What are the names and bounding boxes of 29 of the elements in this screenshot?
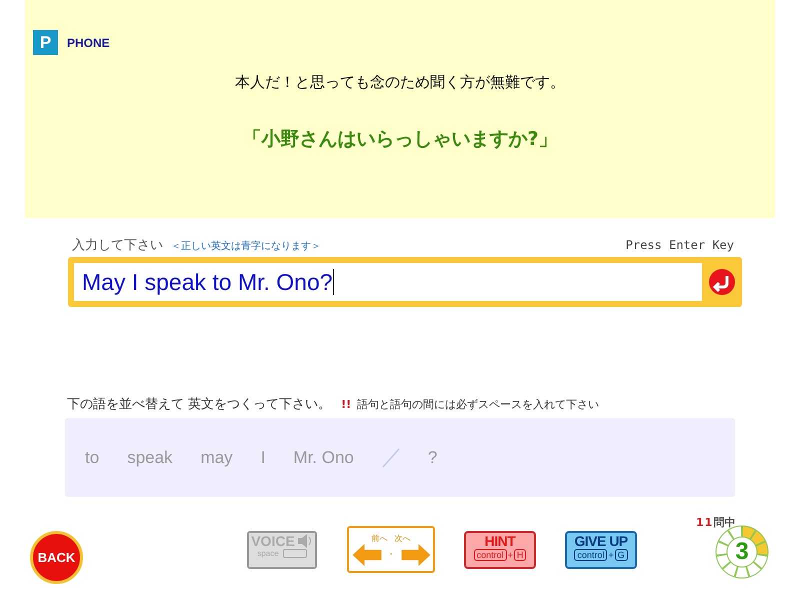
category-label: PHONE [67,36,110,50]
enter-icon[interactable] [708,268,736,296]
current-question-number: 3 [735,538,749,566]
task-text: 下の語を並べ替えて 英文をつくって下さい。 [67,396,332,413]
answer-field[interactable]: May I speak to Mr. Ono? [68,257,742,307]
question-total: 11 [696,516,714,529]
word-chip[interactable]: may [200,448,233,468]
warning-text: 語句と語句の間には必ずスペースを入れて下さい [357,397,600,412]
instruction-text: 本人だ！と思っても念のため聞く方が無難です。 [234,73,566,92]
prev-next-button[interactable]: 前へ 次へ ・ [347,526,435,573]
category-badge-icon: P [33,30,58,55]
word-chip[interactable]: to [85,448,100,468]
left-arrow-icon [350,544,382,566]
speaker-icon [296,534,313,548]
word-chip[interactable]: I [260,448,266,468]
back-button[interactable]: BACK [30,531,83,584]
hint-text: ＜正しい英文は青字になります＞ [171,240,321,253]
input-label: 入力して下さい [72,237,163,254]
warning-mark: !! [341,398,352,411]
give-up-button[interactable]: GIVE UP control + G [565,530,637,568]
hint-button[interactable]: HINT control + H [464,530,536,568]
right-arrow-icon [400,544,432,566]
word-chip[interactable]: speak [127,448,173,468]
slash-icon [382,448,400,468]
question-total-label: 問中 [713,515,736,530]
word-chip[interactable]: Mr. Ono [293,448,354,468]
press-enter-text: Press Enter Key [626,238,734,252]
word-chip[interactable]: ? [428,448,438,468]
prompt-text: 「小野さんはいらっしゃいますか?」 [241,127,559,152]
